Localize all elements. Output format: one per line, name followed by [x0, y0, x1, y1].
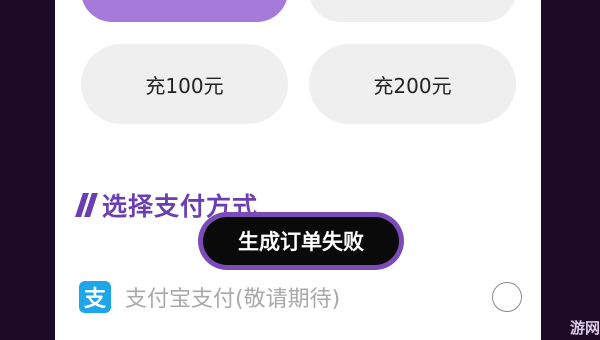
- recharge-screen: 充100元 充200元 选择支付方式 支 支付宝支付(敬请期待) 生成订单失败: [55, 0, 541, 340]
- toast-message: 生成订单失败: [203, 217, 399, 265]
- payment-radio-button[interactable]: [492, 282, 522, 312]
- alipay-icon: 支: [79, 281, 111, 313]
- payment-method-alipay[interactable]: 支 支付宝支付(敬请期待): [79, 276, 522, 318]
- watermark: 游网: [569, 319, 600, 337]
- recharge-option-100[interactable]: 充100元: [81, 44, 288, 124]
- recharge-option-selected[interactable]: [81, 0, 288, 22]
- section-marker-icon: [75, 193, 98, 217]
- recharge-option-200[interactable]: 充200元: [309, 44, 516, 124]
- payment-method-label: 支付宝支付(敬请期待): [125, 287, 341, 312]
- recharge-option[interactable]: [309, 0, 516, 22]
- toast-notification: 生成订单失败: [198, 212, 404, 270]
